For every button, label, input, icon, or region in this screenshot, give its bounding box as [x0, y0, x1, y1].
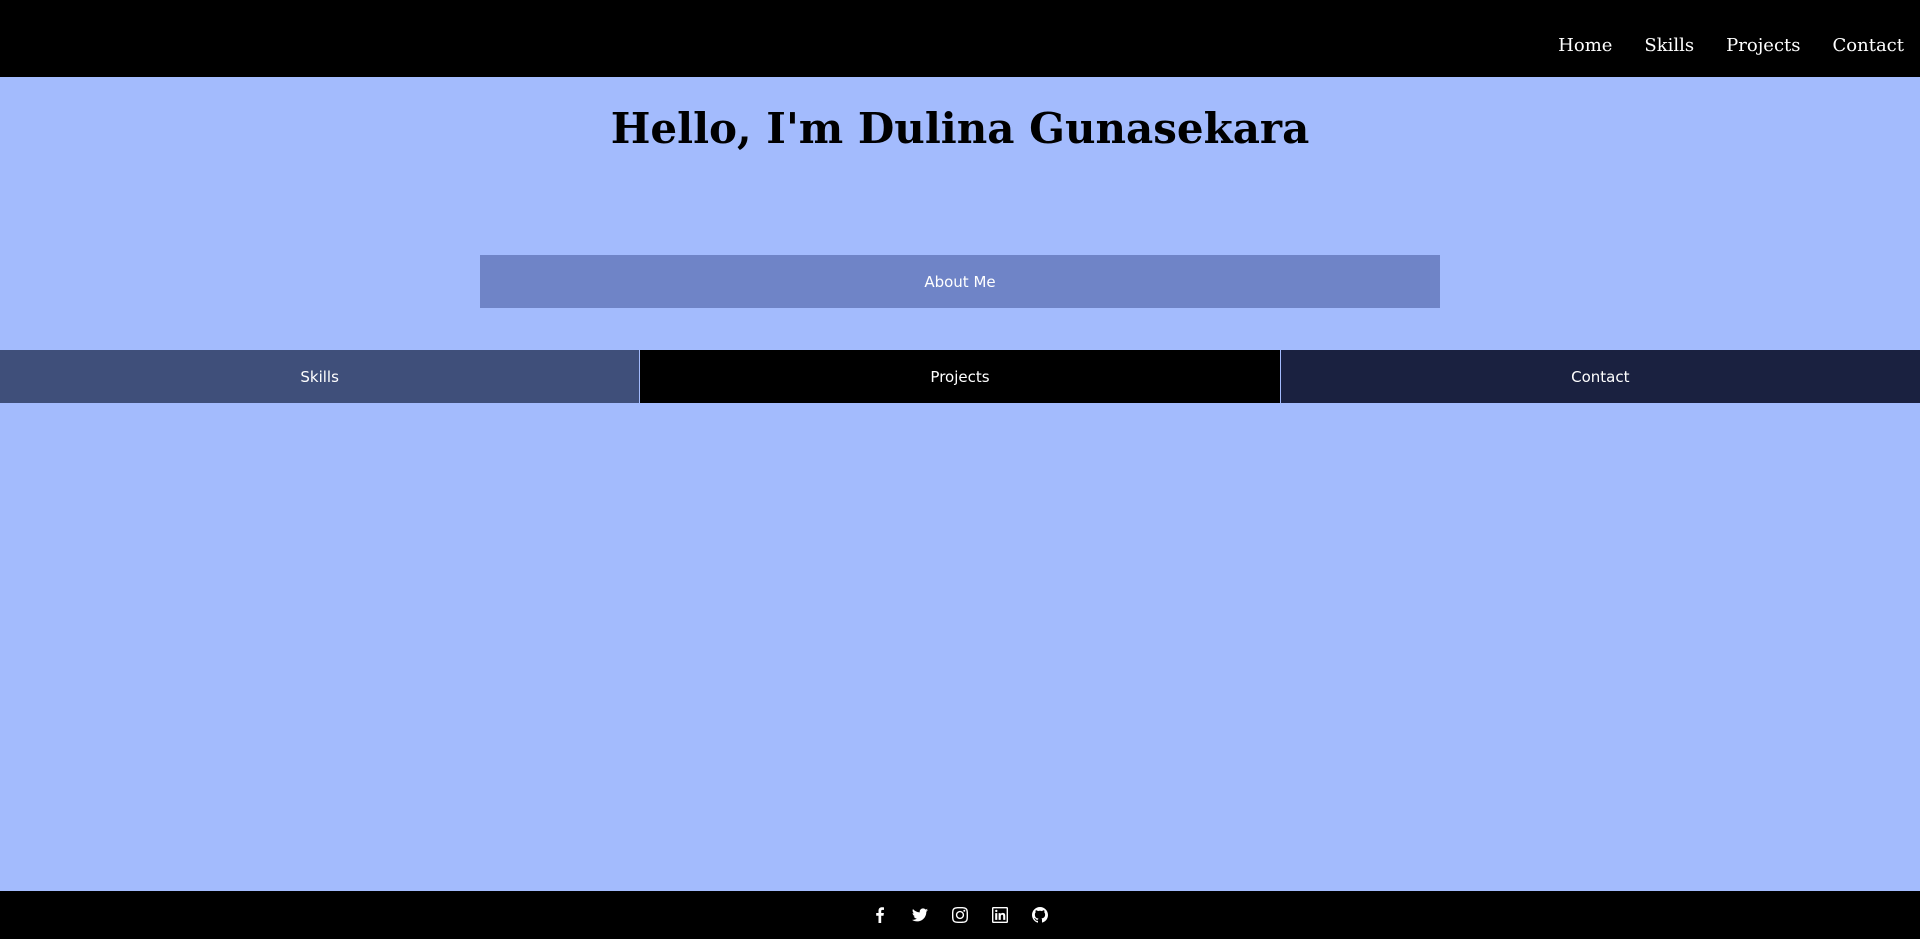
twitter-icon[interactable] [910, 905, 930, 925]
nav-projects-link[interactable]: Projects [1726, 36, 1800, 55]
page: Home Skills Projects Contact Hello, I'm … [0, 0, 1920, 939]
skills-button[interactable]: Skills [0, 350, 641, 403]
facebook-icon[interactable] [870, 905, 890, 925]
footer [0, 891, 1920, 939]
nav-contact-link[interactable]: Contact [1833, 36, 1904, 55]
hero-title: Hello, I'm Dulina Gunasekara [610, 104, 1310, 153]
contact-button[interactable]: Contact [1280, 350, 1920, 403]
top-nav: Home Skills Projects Contact [0, 0, 1920, 77]
section-buttons: Skills Projects Contact [0, 350, 1920, 403]
projects-button[interactable]: Projects [640, 350, 1281, 403]
nav-skills-link[interactable]: Skills [1644, 36, 1694, 55]
linkedin-icon[interactable] [990, 905, 1010, 925]
nav-home-link[interactable]: Home [1558, 36, 1612, 55]
github-icon[interactable] [1030, 905, 1050, 925]
about-me-button[interactable]: About Me [480, 255, 1440, 308]
instagram-icon[interactable] [950, 905, 970, 925]
